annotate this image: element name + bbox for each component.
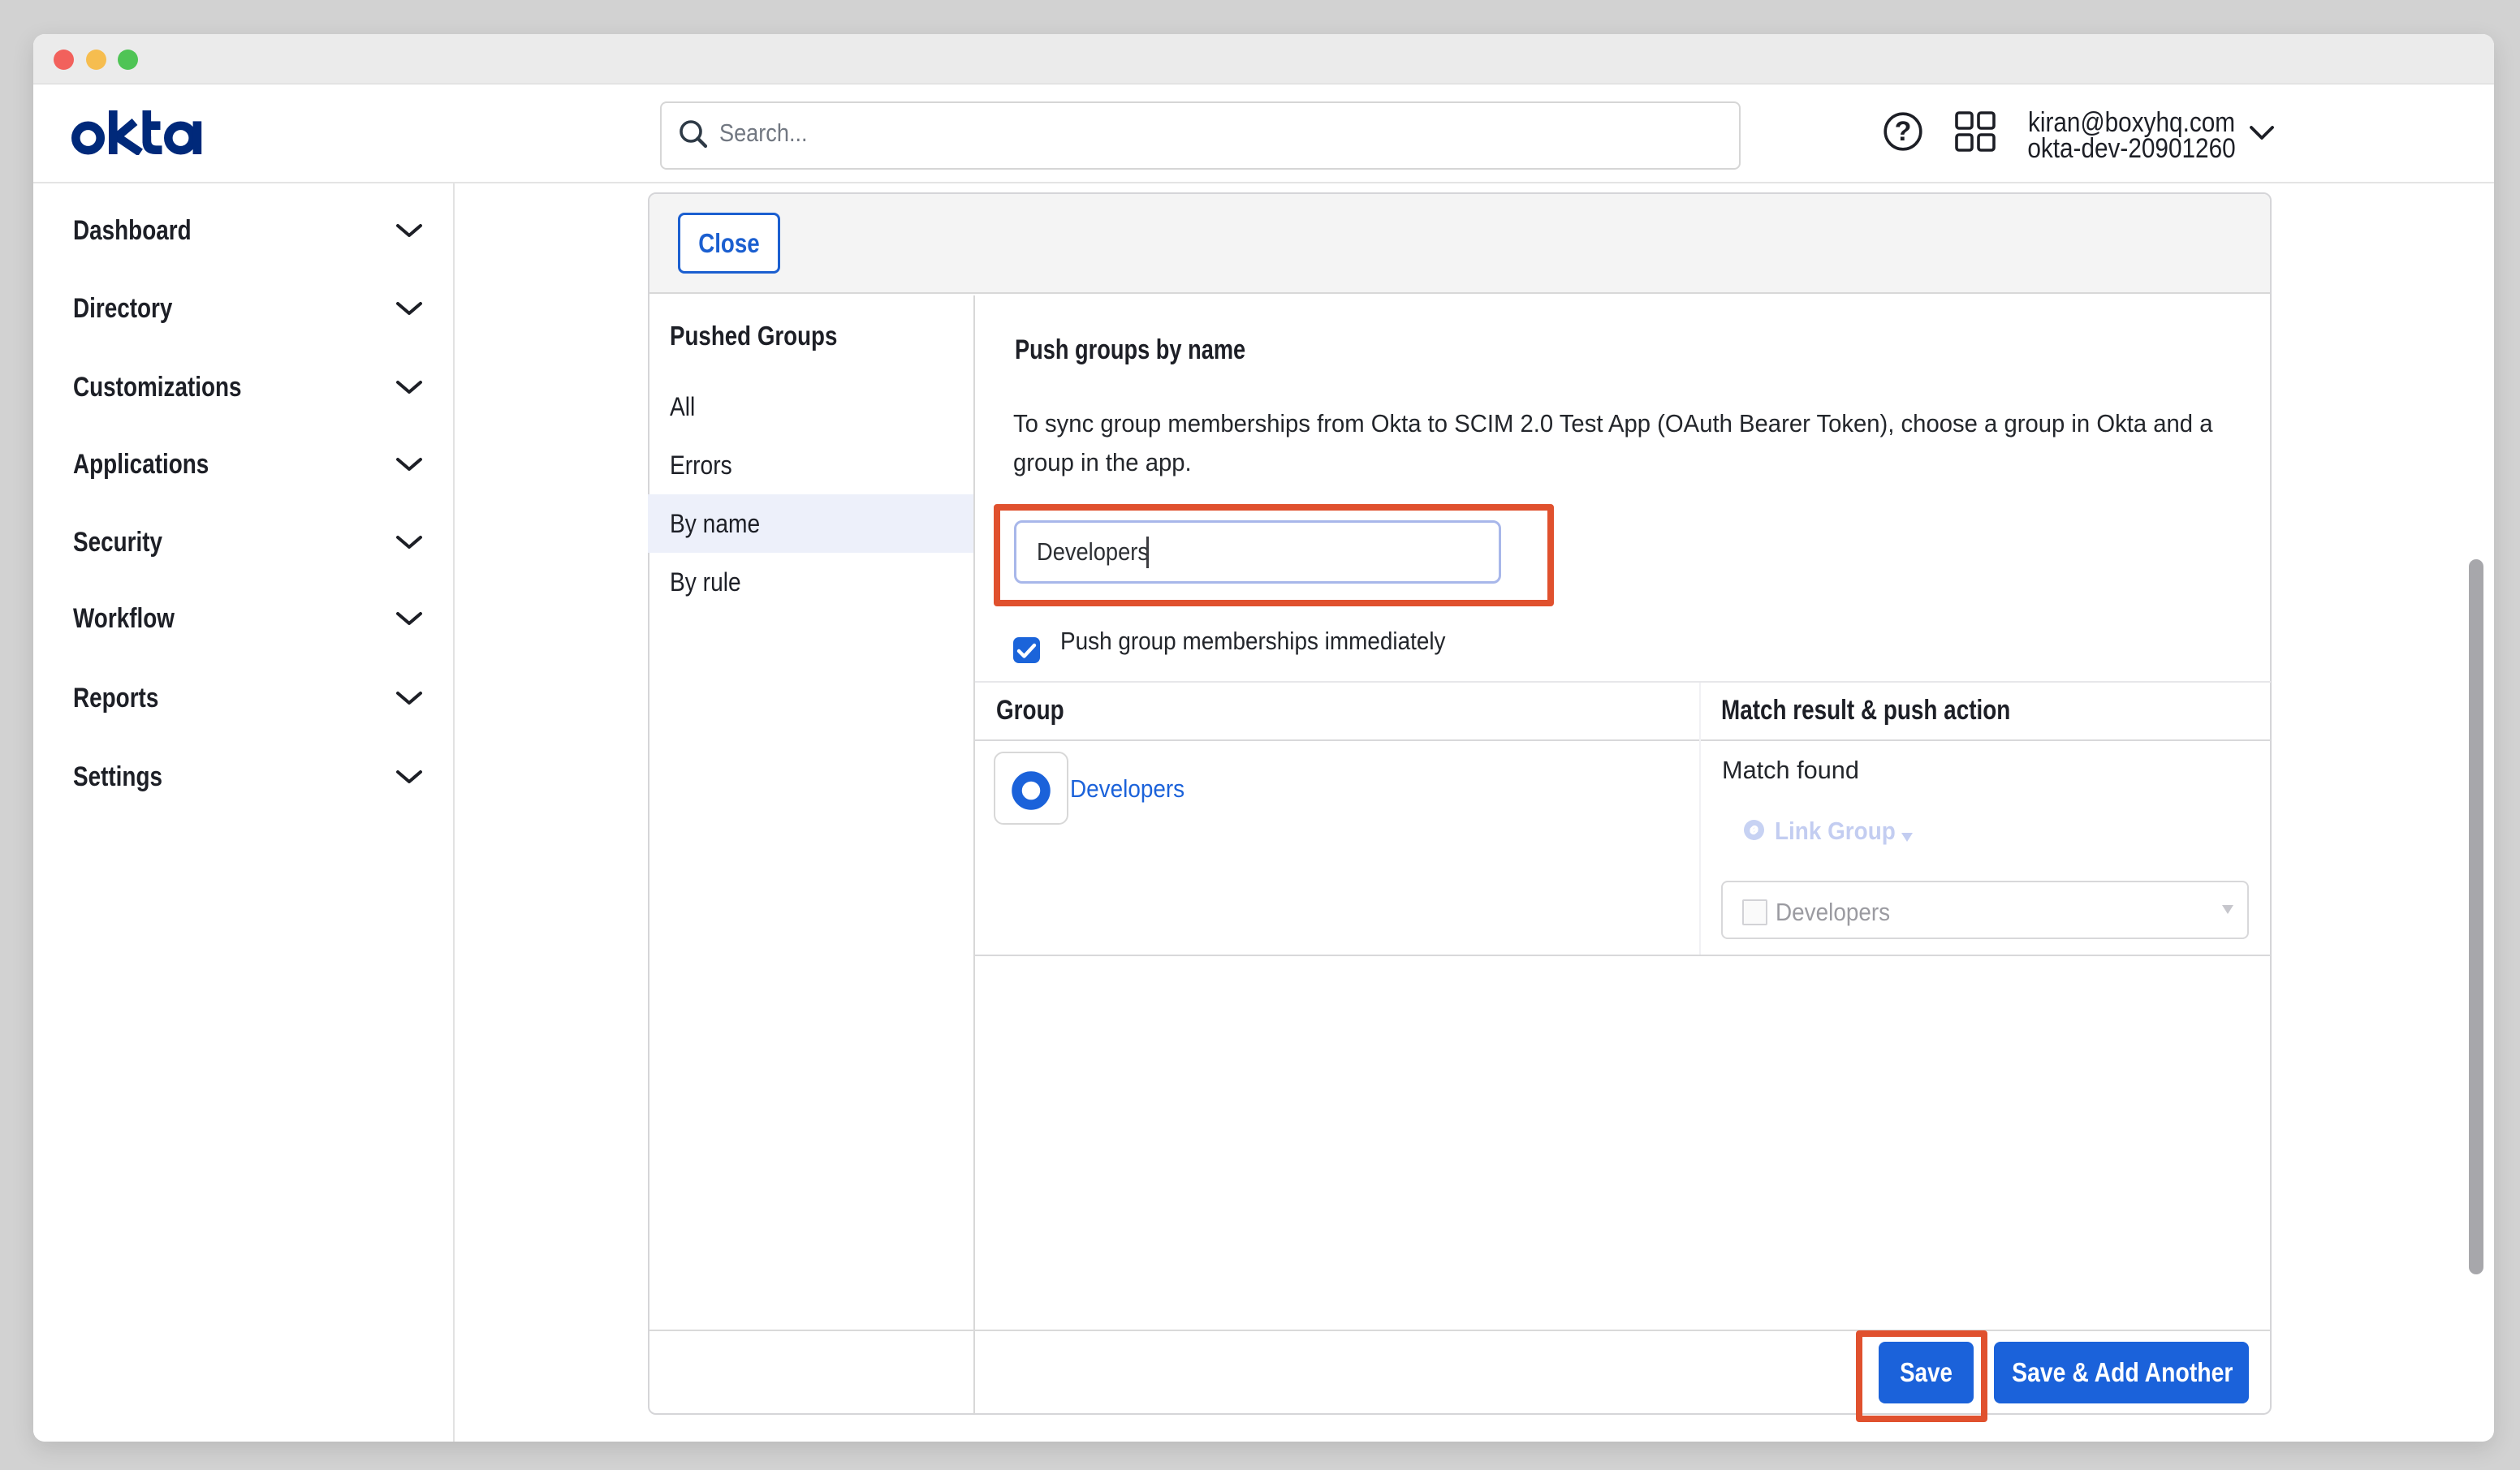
svg-text:?: ? xyxy=(1895,116,1912,147)
